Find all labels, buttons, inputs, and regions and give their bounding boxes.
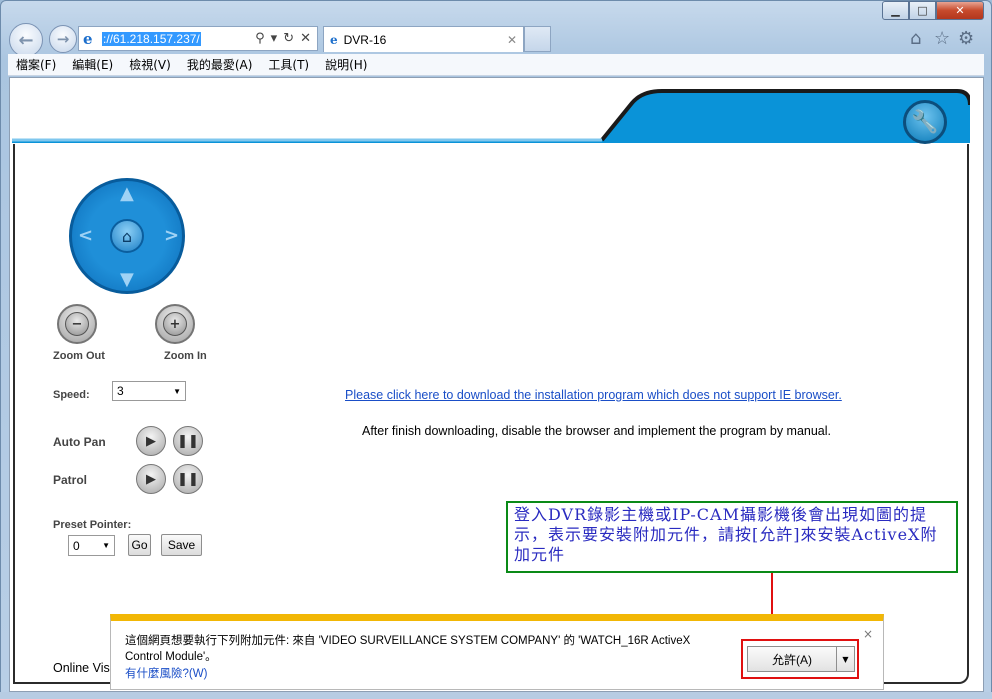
tab-close-icon[interactable]: ✕ [507,33,517,47]
search-icon[interactable]: ⚲ [255,31,265,46]
allow-dropdown-button[interactable]: ▼ [837,646,855,672]
menu-favorites[interactable]: 我的最愛(A) [187,56,253,73]
preset-pointer-label: Preset Pointer: [53,519,132,531]
zoom-out-button[interactable]: − [57,304,97,344]
allow-highlight: 允許(A) ▼ [741,639,859,679]
close-button[interactable]: ✕ [936,1,984,20]
compat-view-icon[interactable]: ▾ [271,31,278,46]
pan-left-icon[interactable]: < [78,225,93,246]
notification-message: 這個網頁想要執行下列附加元件: 來自 'VIDEO SURVEILLANCE S… [125,635,691,663]
forward-arrow-icon: → [56,30,70,48]
auto-pan-play-button[interactable]: ▶ [136,426,166,456]
pan-up-icon[interactable]: ▲ [120,183,134,204]
zoom-in-label: Zoom In [164,350,207,362]
zoom-out-label: Zoom Out [53,350,105,362]
preset-select[interactable]: 0 ▼ [68,535,115,556]
patrol-pause-button[interactable]: ❚❚ [173,464,203,494]
maximize-button[interactable]: □ [909,1,936,20]
pan-down-icon[interactable]: ▼ [120,269,134,290]
patrol-play-button[interactable]: ▶ [136,464,166,494]
back-button[interactable]: ← [9,23,43,57]
pause-icon: ❚❚ [177,433,199,449]
new-tab-button[interactable] [524,26,551,52]
play-icon: ▶ [146,433,156,449]
play-icon: ▶ [146,471,156,487]
annotation-note: 登入DVR錄影主機或IP-CAM攝影機後會出現如圖的提示，表示要安裝附加元件，請… [506,501,958,573]
menu-tools[interactable]: 工具(T) [268,56,309,73]
tab-dvr[interactable]: e DVR-16 ✕ [323,26,524,52]
stop-icon[interactable]: ✕ [300,31,311,46]
ie-icon: e [83,29,93,48]
auto-pan-label: Auto Pan [53,435,106,449]
address-url[interactable]: ://61.218.157.237/ [102,31,201,46]
pause-icon: ❚❚ [177,471,199,487]
home-position-icon[interactable]: ⌂ [110,219,144,253]
download-installer-link[interactable]: Please click here to download the instal… [345,388,842,402]
tab-favicon-icon: e [330,32,338,47]
back-arrow-icon: ← [18,29,34,51]
go-button[interactable]: Go [128,534,151,556]
menu-edit[interactable]: 編輯(E) [72,56,113,73]
minimize-button[interactable]: ▁ [882,1,909,20]
speed-value: 3 [117,384,124,398]
whats-the-risk-link[interactable]: 有什麼風險?(W) [125,665,207,681]
patrol-label: Patrol [53,473,88,487]
forward-button[interactable]: → [49,25,77,53]
menu-view[interactable]: 檢視(V) [129,56,171,73]
annotation-arrow [771,573,773,620]
menu-bar: 檔案(F) 編輯(E) 檢視(V) 我的最愛(A) 工具(T) 說明(H) [8,54,984,76]
home-icon[interactable]: ⌂ [910,28,921,49]
speed-select[interactable]: 3 ▼ [112,381,186,401]
zoom-in-icon: + [163,312,187,336]
zoom-out-icon: − [65,312,89,336]
save-button[interactable]: Save [161,534,202,556]
window-bottom-border [0,692,992,699]
tab-label: DVR-16 [343,32,387,47]
chevron-down-icon: ▼ [102,541,110,550]
chevron-down-icon: ▼ [173,386,181,396]
notification-close-icon[interactable]: × [863,627,873,641]
zoom-in-button[interactable]: + [155,304,195,344]
refresh-icon[interactable]: ↻ [283,31,294,46]
preset-value: 0 [73,538,80,553]
chevron-down-icon: ▼ [842,654,849,664]
menu-file[interactable]: 檔案(F) [16,56,56,73]
favorites-star-icon[interactable]: ☆ [934,28,950,49]
settings-wrench-icon[interactable]: 🔧 [903,100,947,144]
page-content: 🔧 ▲ ▼ < > ⌂ − + Zoom Out Zoom In Speed: … [9,77,984,692]
address-bar[interactable]: e ://61.218.157.237/ ⚲ ▾ ↻ ✕ [78,26,318,51]
online-visitor-text: Online Vis [53,661,110,675]
menu-help[interactable]: 說明(H) [325,56,367,73]
ptz-direction-pad: ▲ ▼ < > ⌂ [69,178,185,294]
speed-label: Speed: [53,389,90,401]
pan-right-icon[interactable]: > [164,225,179,246]
window-controls: ▁ □ ✕ [882,1,984,20]
header-banner [12,89,970,143]
auto-pan-pause-button[interactable]: ❚❚ [173,426,203,456]
after-download-text: After finish downloading, disable the br… [362,424,832,438]
gear-icon[interactable]: ⚙ [958,28,974,49]
activex-notification-bar: 這個網頁想要執行下列附加元件: 來自 'VIDEO SURVEILLANCE S… [110,614,884,690]
allow-button[interactable]: 允許(A) [747,646,837,672]
